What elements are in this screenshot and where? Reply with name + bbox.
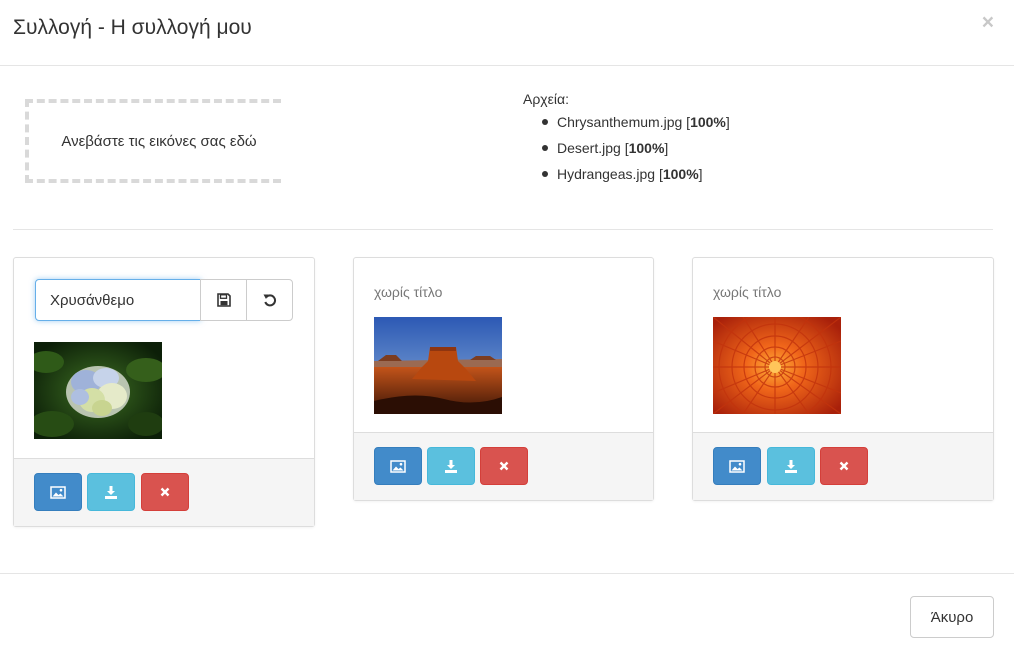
gallery-card: χωρίς τίτλο (353, 257, 654, 501)
gallery-card (13, 257, 315, 527)
image-title[interactable]: χωρίς τίτλο (713, 284, 781, 300)
save-icon (216, 293, 231, 307)
modal-header: Συλλογή - Η συλλογή μου × (0, 0, 1014, 66)
image-title-input[interactable] (35, 279, 201, 321)
file-list: Chrysanthemum.jpg [100%] Desert.jpg [100… (523, 111, 730, 189)
upload-dropzone[interactable]: Ανεβάστε τις εικόνες σας εδώ (25, 99, 281, 183)
close-icon[interactable]: × (982, 12, 994, 33)
delete-image-button[interactable] (141, 473, 189, 511)
image-title[interactable]: χωρίς τίτλο (374, 284, 442, 300)
file-name: Chrysanthemum.jpg (557, 114, 683, 130)
delete-icon (499, 461, 509, 471)
modal-title: Συλλογή - Η συλλογή μου (13, 16, 252, 39)
file-name: Desert.jpg (557, 140, 621, 156)
desert-image (374, 317, 502, 414)
image-icon (50, 485, 66, 499)
file-progress: 100% (690, 114, 726, 130)
dropzone-label: Ανεβάστε τις εικόνες σας εδώ (61, 132, 257, 150)
image-icon (729, 459, 745, 473)
file-item: Chrysanthemum.jpg [100%] (542, 111, 730, 137)
file-name: Hydrangeas.jpg (557, 166, 656, 182)
view-image-button[interactable] (713, 447, 761, 485)
card-actions (14, 458, 314, 526)
download-image-button[interactable] (87, 473, 135, 511)
hydrangea-image (34, 342, 162, 439)
card-actions (693, 432, 993, 500)
download-image-button[interactable] (767, 447, 815, 485)
save-title-button[interactable] (200, 279, 247, 321)
chrysanthemum-photo[interactable] (713, 317, 841, 414)
modal-footer: Άκυρο (0, 573, 1014, 656)
download-icon (105, 485, 117, 499)
delete-icon (839, 461, 849, 471)
files-label: Αρχεία: (523, 91, 569, 107)
file-progress: 100% (628, 140, 665, 156)
file-item: Desert.jpg [100%] (542, 137, 730, 163)
delete-image-button[interactable] (820, 447, 868, 485)
desert-photo[interactable] (374, 317, 502, 414)
download-image-button[interactable] (427, 447, 475, 485)
undo-icon (263, 294, 276, 307)
delete-image-button[interactable] (480, 447, 528, 485)
view-image-button[interactable] (34, 473, 82, 511)
undo-title-button[interactable] (246, 279, 293, 321)
file-progress: 100% (662, 166, 699, 182)
view-image-button[interactable] (374, 447, 422, 485)
card-actions (354, 432, 653, 500)
download-icon (445, 459, 457, 473)
file-item: Hydrangeas.jpg [100%] (542, 163, 730, 189)
download-icon (785, 459, 797, 473)
cancel-button[interactable]: Άκυρο (910, 596, 994, 638)
uploaded-files-list: Αρχεία: Chrysanthemum.jpg [100%] Desert.… (523, 91, 730, 189)
image-icon (390, 459, 406, 473)
section-divider (13, 229, 993, 230)
hydrangea-photo[interactable] (34, 342, 162, 439)
gallery-modal: Συλλογή - Η συλλογή μου × Ανεβάστε τις ε… (0, 0, 1014, 656)
gallery-card: χωρίς τίτλο (692, 257, 994, 501)
chrysanthemum-image (713, 317, 841, 414)
delete-icon (160, 487, 170, 497)
